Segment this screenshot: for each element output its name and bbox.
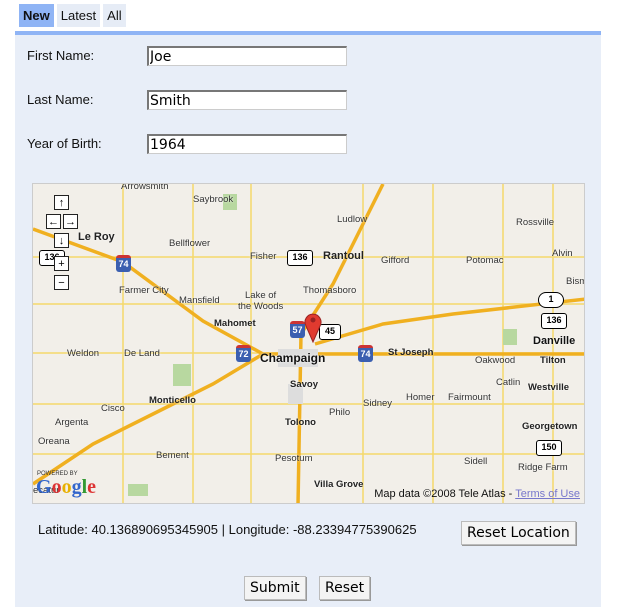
year-of-birth-input[interactable]	[147, 134, 347, 154]
place-label: Bism	[566, 276, 584, 287]
place-label: Catlin	[496, 377, 521, 388]
first-name-label: First Name:	[27, 48, 95, 63]
pan-up-button[interactable]: ↑	[54, 195, 69, 210]
place-label: Tolono	[285, 417, 316, 428]
place-label: Georgetown	[522, 421, 578, 432]
place-label: Mahomet	[214, 318, 256, 329]
place-label: Ludlow	[337, 214, 368, 225]
place-label: De Land	[124, 348, 160, 359]
place-label: Mansfield	[179, 295, 220, 306]
place-label: Oreana	[38, 436, 70, 447]
place-label: Ridge Farm	[518, 462, 568, 473]
route-shield: 150	[536, 440, 562, 456]
place-label: Westville	[528, 382, 570, 393]
zoom-out-button[interactable]: −	[54, 275, 69, 290]
route-shield: 74	[358, 345, 373, 362]
place-label: Champaign	[260, 351, 326, 365]
reset-button[interactable]: Reset	[319, 576, 371, 600]
place-label: Rossville	[516, 217, 555, 228]
place-label: Arrowsmith	[121, 183, 169, 192]
place-label: Tilton	[540, 355, 566, 366]
map-attribution: Map data ©2008 Tele Atlas - Terms of Use	[374, 488, 580, 500]
first-name-input[interactable]	[147, 46, 347, 66]
place-label: Danville	[533, 335, 576, 347]
place-label: the Woods	[238, 301, 284, 312]
location-marker-icon[interactable]	[303, 311, 323, 343]
copyright-text: Map data ©2008 Tele Atlas -	[374, 488, 516, 500]
last-name-input[interactable]	[147, 90, 347, 110]
place-label: Potomac	[466, 255, 504, 266]
place-label: Monticello	[149, 395, 196, 406]
place-label: Fisher	[250, 251, 277, 262]
place-label: Gifford	[381, 255, 410, 266]
map[interactable]: Arrowsmith Saybrook Ludlow Rossville Le …	[32, 183, 585, 504]
pan-right-button[interactable]: →	[63, 214, 78, 229]
route-shield: 74	[116, 255, 131, 272]
place-label: Thomasboro	[303, 285, 357, 296]
submit-button[interactable]: Submit	[244, 576, 306, 600]
tab-latest[interactable]: Latest	[56, 4, 101, 27]
place-label: Le Roy	[78, 231, 115, 243]
route-shield: 136	[541, 313, 567, 329]
place-label: Pesotum	[275, 453, 313, 464]
tab-all[interactable]: All	[103, 4, 126, 27]
coordinates-readout: Latitude: 40.136890695345905 | Longitude…	[38, 522, 417, 537]
place-label: Lake of	[245, 290, 277, 301]
place-label: Cisco	[101, 403, 125, 414]
place-label: Savoy	[290, 379, 318, 390]
tab-bar: New Latest All	[19, 4, 126, 27]
place-label: Weldon	[67, 348, 100, 359]
place-label: Alvin	[552, 248, 573, 259]
place-label: Farmer City	[119, 285, 169, 296]
zoom-in-button[interactable]: +	[54, 256, 69, 271]
place-label: Oakwood	[475, 355, 516, 366]
reset-location-button[interactable]: Reset Location	[461, 521, 576, 545]
last-name-label: Last Name:	[27, 92, 94, 107]
tab-new[interactable]: New	[19, 4, 54, 27]
place-label: Homer	[406, 392, 435, 403]
year-of-birth-label: Year of Birth:	[27, 136, 102, 151]
place-label: Philo	[329, 407, 351, 418]
pan-down-button[interactable]: ↓	[54, 233, 69, 248]
google-logo: Google	[36, 476, 97, 498]
place-label: Rantoul	[323, 250, 364, 262]
route-shield: 72	[236, 345, 251, 362]
place-label: Fairmount	[448, 392, 491, 403]
route-shield: 1	[538, 292, 564, 308]
place-label: Argenta	[55, 417, 89, 428]
place-label: Villa Grove	[314, 479, 364, 490]
terms-of-use-link[interactable]: Terms of Use	[515, 488, 580, 500]
place-label: Sidell	[464, 456, 488, 467]
place-label: Sidney	[363, 398, 393, 409]
place-label: Saybrook	[193, 194, 234, 205]
place-label: Bellflower	[169, 238, 211, 249]
place-label: St Joseph	[388, 347, 434, 358]
route-shield: 136	[287, 250, 313, 266]
place-label: Bement	[156, 450, 189, 461]
pan-left-button[interactable]: ←	[46, 214, 61, 229]
